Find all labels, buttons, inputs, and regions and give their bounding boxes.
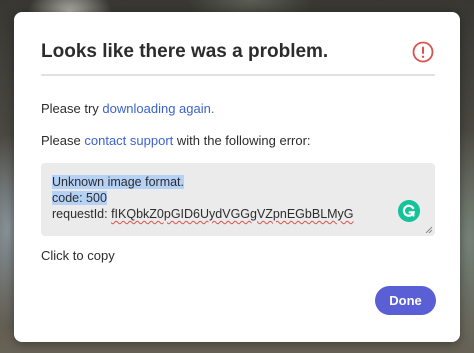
request-id-label: requestId:	[52, 207, 112, 221]
error-code: code: 500	[52, 191, 107, 205]
download-again-link[interactable]: downloading again.	[102, 101, 214, 116]
grammarly-g-icon[interactable]	[398, 200, 420, 222]
retry-prefix: Please try	[41, 101, 103, 116]
resize-handle-icon[interactable]	[425, 226, 433, 234]
support-suffix: with the following error:	[173, 133, 311, 148]
support-prefix: Please	[41, 133, 85, 148]
error-message: Unknown image format.	[52, 175, 185, 189]
title-divider	[41, 74, 435, 76]
retry-message: Please try downloading again.	[41, 101, 214, 116]
click-to-copy-label[interactable]: Click to copy	[41, 248, 115, 263]
dialog-title: Looks like there was a problem.	[41, 41, 329, 62]
error-details-textarea[interactable]: Unknown image format. code: 500 requestI…	[41, 163, 435, 236]
request-id-value: fIKQbkZ0pGID6UydVGGgVZpnEGbBLMyG	[111, 207, 354, 221]
alert-circle-icon	[412, 41, 434, 63]
error-dialog: Looks like there was a problem. Please t…	[14, 12, 460, 342]
contact-support-link[interactable]: contact support	[84, 133, 173, 148]
support-message: Please contact support with the followin…	[41, 133, 311, 148]
done-button[interactable]: Done	[375, 286, 436, 315]
error-text: Unknown image format. code: 500 requestI…	[52, 174, 354, 222]
